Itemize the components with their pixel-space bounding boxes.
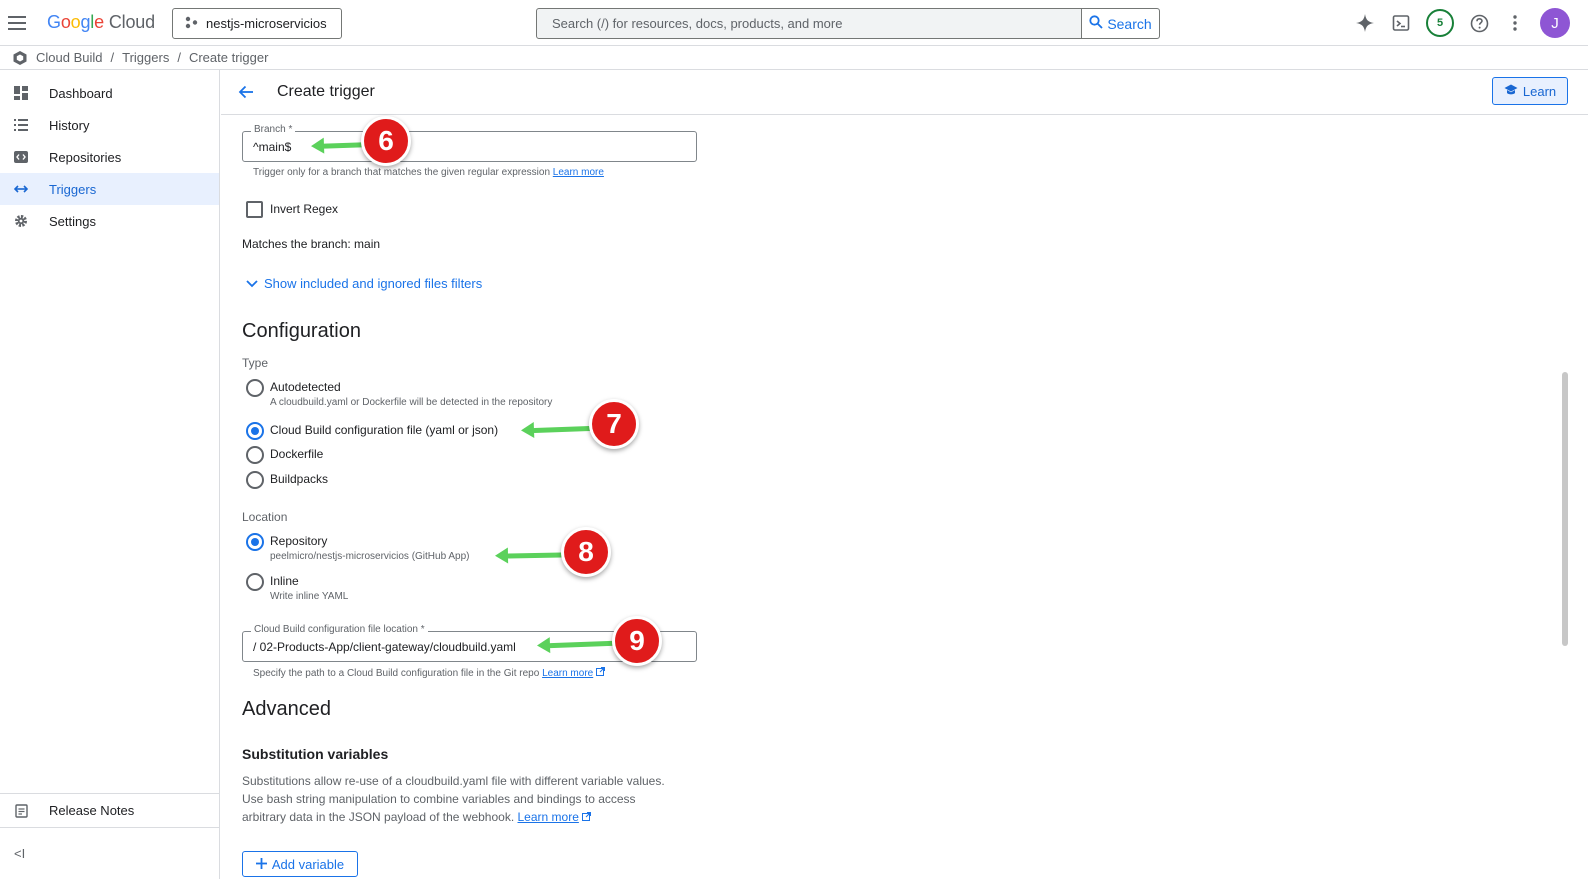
project-selector[interactable]: nestjs-microservicios [172, 8, 342, 39]
annotation-marker-6: 6 [361, 116, 411, 166]
type-buildpacks-radio[interactable] [246, 471, 264, 489]
plus-icon [255, 857, 267, 872]
branch-field-label: Branch * [251, 124, 296, 135]
annotation-marker-7: 7 [589, 399, 639, 449]
show-filters-toggle[interactable]: Show included and ignored files filters [246, 276, 482, 291]
breadcrumb-cloud-build[interactable]: Cloud Build [36, 50, 103, 65]
help-icon[interactable] [1468, 12, 1490, 34]
external-link-icon [596, 667, 605, 679]
sidebar-item-history[interactable]: History [0, 109, 219, 141]
annotation-arrow-8 [505, 552, 565, 559]
google-cloud-logo[interactable]: Google Cloud [47, 12, 155, 33]
substitution-description: Substitutions allow re-use of a cloudbui… [242, 774, 665, 824]
search-bar: Search [536, 8, 1160, 39]
type-autodetected-label: Autodetected [270, 380, 341, 394]
chevron-down-icon [246, 276, 258, 291]
user-avatar[interactable]: J [1540, 8, 1570, 38]
back-arrow-icon[interactable] [235, 81, 257, 103]
config-location-hint: Specify the path to a Cloud Build config… [253, 667, 605, 679]
branch-learn-more-link[interactable]: Learn more [553, 167, 604, 178]
project-name: nestjs-microservicios [206, 16, 327, 31]
sidebar: Dashboard History Repositories Triggers … [0, 70, 220, 879]
breadcrumb: Cloud Build / Triggers / Create trigger [0, 46, 1588, 70]
location-repository-radio[interactable] [246, 533, 264, 551]
type-buildpacks-label: Buildpacks [270, 472, 329, 486]
dashboard-icon [14, 86, 28, 100]
branch-field-value: ^main$ [253, 140, 292, 154]
cloud-build-icon [12, 50, 28, 66]
gear-icon [14, 214, 28, 228]
learn-button[interactable]: Learn [1492, 77, 1568, 105]
cloud-shell-terminal-icon[interactable] [1390, 12, 1412, 34]
location-inline-radio[interactable] [246, 573, 264, 591]
location-repository-sub: peelmicro/nestjs-microservicios (GitHub … [270, 551, 470, 562]
location-inline-sub: Write inline YAML [270, 591, 349, 602]
type-dockerfile-label: Dockerfile [270, 447, 324, 461]
search-icon [1089, 15, 1103, 32]
list-icon [14, 118, 28, 132]
notifications-badge[interactable]: 5 [1426, 9, 1454, 37]
sidebar-item-triggers[interactable]: Triggers [0, 173, 219, 205]
project-nodes-icon [185, 16, 198, 32]
breadcrumb-create-trigger: Create trigger [188, 50, 269, 65]
vertical-scrollbar[interactable] [1562, 372, 1568, 646]
release-notes-icon [14, 803, 28, 818]
trigger-arrows-icon [14, 182, 28, 196]
breadcrumb-triggers[interactable]: Triggers [122, 50, 169, 65]
location-inline-label: Inline [270, 574, 299, 588]
gemini-sparkle-icon[interactable] [1354, 12, 1376, 34]
sidebar-item-settings[interactable]: Settings [0, 205, 219, 237]
form-content: Branch * ^main$ Trigger only for a branc… [242, 115, 1542, 879]
more-vertical-icon[interactable] [1504, 12, 1526, 34]
sidebar-item-dashboard[interactable]: Dashboard [0, 77, 219, 109]
collapse-sidebar-button[interactable]: <I [0, 827, 219, 879]
repository-icon [14, 150, 28, 164]
search-button[interactable]: Search [1081, 9, 1159, 38]
sidebar-item-repositories[interactable]: Repositories [0, 141, 219, 173]
annotation-marker-9: 9 [612, 616, 662, 666]
advanced-heading: Advanced [242, 698, 331, 720]
collapse-icon: <I [14, 846, 26, 861]
type-label: Type [242, 356, 269, 370]
substitution-learn-more-link[interactable]: Learn more [518, 810, 579, 824]
release-notes-link[interactable]: Release Notes [0, 793, 219, 827]
top-bar: Google Cloud nestjs-microservicios Search… [0, 0, 1588, 46]
matches-branch-text: Matches the branch: main [242, 237, 381, 251]
hamburger-menu-icon[interactable] [8, 12, 30, 34]
type-cloudbuild-config-radio[interactable] [246, 422, 264, 440]
location-repository-label: Repository [270, 534, 328, 548]
type-autodetected-radio[interactable] [246, 379, 264, 397]
substitution-variables-heading: Substitution variables [242, 746, 389, 762]
type-autodetected-sub: A cloudbuild.yaml or Dockerfile will be … [270, 397, 553, 408]
top-actions: 5 J [1354, 8, 1570, 38]
annotation-marker-8: 8 [561, 527, 611, 577]
config-location-value: / 02-Products-App/client-gateway/cloudbu… [253, 640, 516, 654]
add-variable-button[interactable]: Add variable [242, 851, 358, 877]
config-learn-more-link[interactable]: Learn more [542, 668, 593, 679]
config-location-label: Cloud Build configuration file location … [251, 624, 428, 635]
invert-regex-checkbox[interactable] [246, 201, 263, 218]
page-title: Create trigger [277, 83, 375, 100]
configuration-heading: Configuration [242, 320, 361, 342]
invert-regex-label: Invert Regex [270, 202, 339, 216]
type-cloudbuild-config-label: Cloud Build configuration file (yaml or … [270, 423, 499, 437]
type-dockerfile-radio[interactable] [246, 446, 264, 464]
location-label: Location [242, 510, 288, 524]
search-input[interactable] [537, 9, 1081, 38]
external-link-icon [582, 810, 592, 824]
branch-hint: Trigger only for a branch that matches t… [253, 167, 604, 178]
page-header: Create trigger Learn [221, 70, 1588, 115]
school-cap-icon [1504, 84, 1518, 99]
